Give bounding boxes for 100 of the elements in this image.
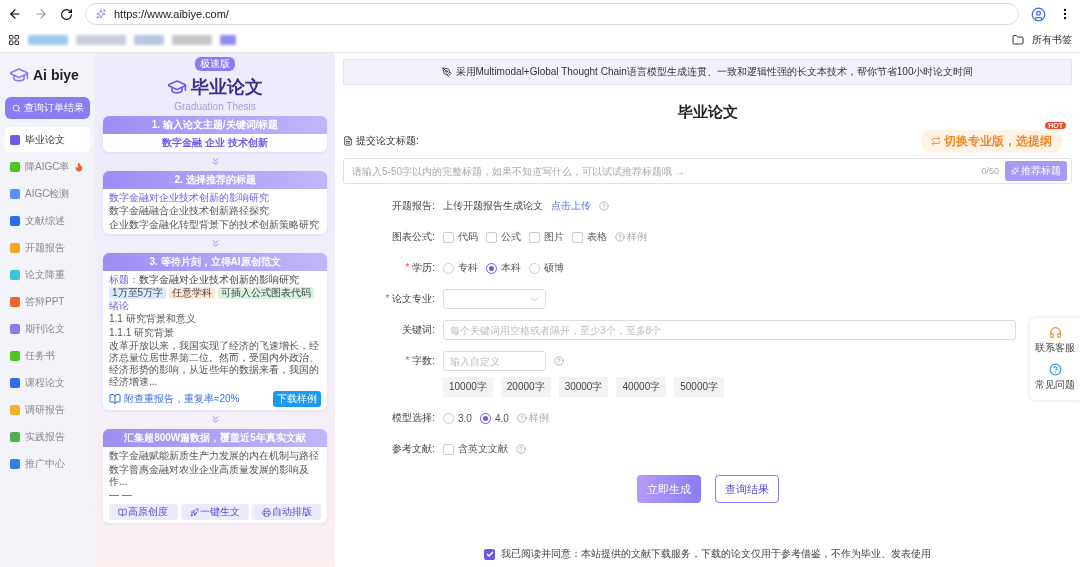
title-field[interactable]: 请输入5-50字以内的完整标题，如果不知道写什么，可以试试推荐标题哦 → 0/50 推荐标题 — [343, 158, 1072, 184]
profile-icon[interactable] — [1031, 6, 1046, 22]
url-text: https://www.aibiye.com/ — [114, 8, 229, 20]
sidebar-item[interactable]: 毕业论文 — [5, 127, 90, 152]
word-count-field[interactable]: 输入自定义 — [443, 351, 546, 371]
download-sample-button[interactable]: 下载样例 — [273, 391, 321, 408]
field-label: 开题报告: — [392, 200, 435, 211]
reference-item: 数字金融赋能新质生产力发展的内在机制与路径 — [109, 450, 320, 463]
checkbox[interactable] — [443, 231, 454, 243]
promo-subtitle: Graduation Thesis — [174, 101, 256, 112]
all-bookmarks-link[interactable]: 所有书签 — [1032, 33, 1072, 47]
sidebar-item[interactable]: 降AIGC率 — [5, 154, 90, 179]
required-mark: * — [385, 293, 390, 304]
recommend-title-button[interactable]: 推荐标题 — [1005, 161, 1067, 181]
version-badge: 极速版 — [195, 57, 235, 71]
option-label: 4.0 — [494, 412, 509, 424]
section-heading: 绪论 — [109, 300, 130, 313]
book-icon — [109, 393, 121, 406]
document-icon — [343, 136, 353, 146]
field-label: 图表公式: — [392, 231, 435, 242]
headset-icon — [1048, 326, 1062, 339]
folder-icon — [1012, 34, 1024, 46]
feature-label: 一键生文 — [200, 506, 240, 519]
step-title: 3. 等待片刻，立得AI原创范文 — [103, 252, 327, 271]
feature-label: 高原创度 — [128, 506, 169, 519]
swap-icon — [931, 136, 941, 146]
checkbox[interactable] — [443, 443, 454, 455]
field-label: 提交论文标题: — [356, 134, 419, 148]
word-count-preset[interactable]: 30000字 — [558, 377, 609, 397]
pen-icon — [441, 67, 452, 77]
reload-icon[interactable] — [60, 7, 73, 21]
field-label: 关键词: — [402, 324, 435, 335]
sidebar-item[interactable]: 调研报告 — [5, 397, 90, 422]
sparkle-icon — [1011, 167, 1019, 175]
sidebar-item[interactable]: 论文降重 — [5, 262, 90, 287]
back-icon[interactable] — [8, 7, 22, 21]
word-count-preset[interactable]: 40000字 — [616, 377, 667, 397]
logo-text: Ai biye — [33, 67, 79, 83]
option-label: 专科 — [458, 261, 478, 275]
step-title: 2. 选择推荐的标题 — [103, 171, 327, 190]
book-icon — [118, 507, 128, 517]
report-note: 附查重报告，重复率≈20% — [124, 393, 240, 406]
sidebar-item[interactable]: 开题报告 — [5, 235, 90, 260]
switch-pro-button[interactable]: 切换专业版，选提纲 — [921, 129, 1062, 153]
page-title: 毕业论文 — [676, 103, 739, 122]
agreement-checkbox[interactable] — [484, 548, 495, 560]
sidebar-item[interactable]: 推广中心 — [5, 451, 90, 476]
sidebar-item[interactable]: 任务书 — [5, 343, 90, 368]
keyword-text: 数字金融 企业 技术创新 — [161, 137, 269, 150]
subheading: 1.1.1 研究背景 — [109, 326, 176, 339]
blurred-bookmark — [172, 35, 212, 45]
printer-icon — [261, 507, 271, 517]
help-icon — [516, 413, 527, 423]
field-label: 字数: — [412, 355, 435, 366]
option-label: 代码 — [458, 230, 478, 244]
query-result-button[interactable]: 查询结果 — [714, 475, 779, 503]
paper-title: 标题：数字金融对企业技术创新的影响研究 — [109, 273, 300, 286]
field-label: 论文专业: — [392, 293, 435, 304]
site-icon — [96, 9, 106, 19]
sidebar-item[interactable]: 文献综述 — [5, 208, 90, 233]
required-mark: * — [405, 355, 410, 366]
subheading: 1.1 研究背景和意义 — [109, 313, 197, 326]
option-label: 3.0 — [458, 412, 472, 424]
banner-text: 采用Multimodal+Global Thought Chain语言模型生成连贯、一致和逻辑性强的长文本技术，帮你节省100小时论文时间 — [455, 65, 974, 79]
checkbox[interactable] — [572, 231, 583, 243]
sidebar-item[interactable]: 期刊论文 — [5, 316, 90, 341]
help-icon — [615, 232, 625, 242]
suggested-title: 数字金融融合企业技术创新路径探究 — [109, 205, 270, 218]
more-marker: — — — [109, 489, 133, 502]
generate-button[interactable]: 立即生成 — [636, 475, 701, 503]
blurred-bookmark — [134, 35, 164, 45]
upload-link[interactable]: 点击上传 — [551, 199, 591, 213]
feature-tag: 任意学科 — [169, 286, 216, 300]
upload-hint: 上传开题报告生成论文 — [443, 199, 543, 213]
order-query-button[interactable]: 查询订单结果 — [5, 97, 90, 119]
sidebar-item[interactable]: AIGC检测 — [5, 181, 90, 206]
float-link[interactable]: 常见问题 — [1035, 378, 1075, 392]
field-label: 模型选择: — [392, 412, 435, 423]
word-count-preset[interactable]: 10000字 — [443, 377, 493, 397]
sidebar-item[interactable]: 实践报告 — [5, 424, 90, 449]
option-label: 本科 — [501, 261, 521, 275]
float-link[interactable]: 联系客服 — [1035, 341, 1075, 355]
checkbox[interactable] — [486, 231, 497, 243]
sidebar-item[interactable]: 课程论文 — [5, 370, 90, 395]
checkbox[interactable] — [529, 231, 540, 243]
apps-icon[interactable] — [8, 34, 20, 46]
word-count-preset[interactable]: 50000字 — [674, 377, 725, 397]
step-title: 1. 输入论文主题/关键词/标题 — [103, 116, 327, 134]
word-count-preset[interactable]: 20000字 — [500, 377, 551, 397]
sidebar-item[interactable]: 答辩PPT — [5, 289, 90, 314]
feature-tag: 1万至5万字 — [109, 286, 167, 300]
option-label: 含英文文献 — [458, 442, 508, 456]
question-icon — [1048, 363, 1062, 376]
logo-icon — [9, 65, 29, 85]
reference-item: 数字普惠金融对农业企业高质量发展的影响及作... — [109, 463, 310, 488]
search-icon — [11, 103, 21, 113]
forward-icon[interactable] — [34, 7, 48, 21]
blurred-bookmark — [28, 35, 68, 45]
sample-paragraph: 改革开放以来，我国实现了经济的飞速增长，经济总量位居世界第二位。然而，受国内外政治、经济形势的影响，从近些年的数据来看，我国的经济增速... — [109, 339, 320, 389]
promo-title: 毕业论文 — [191, 76, 263, 99]
